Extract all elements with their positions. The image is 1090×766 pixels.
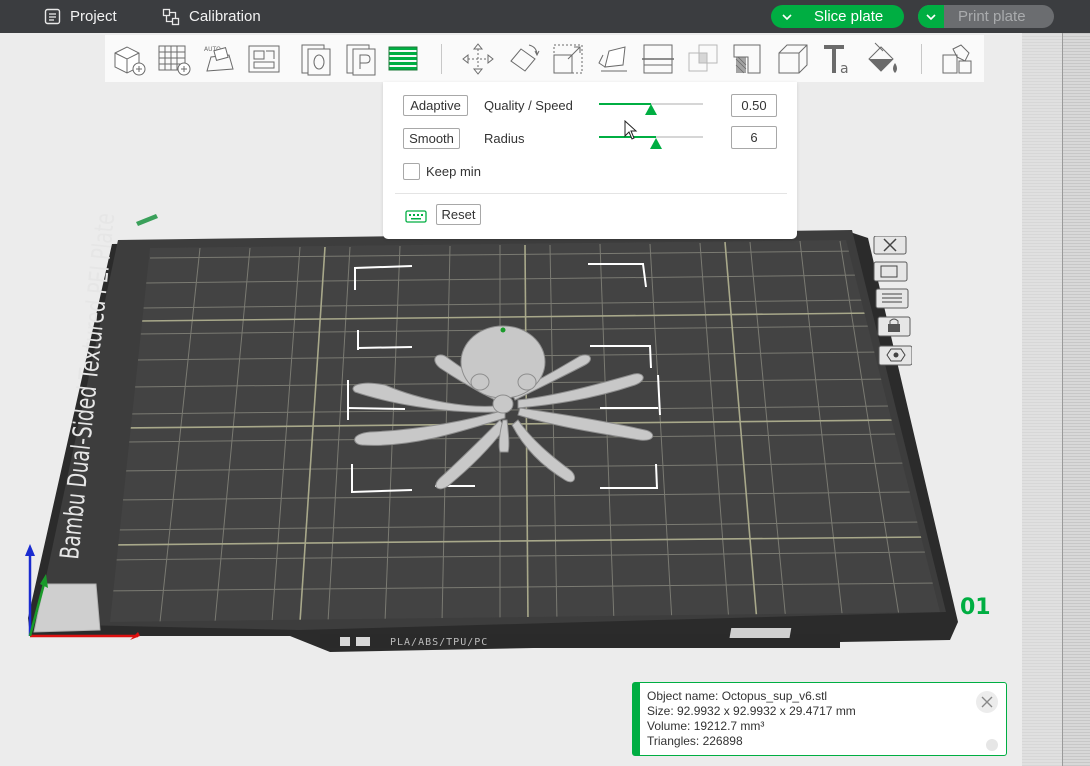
auto-orient-plate-icon[interactable] xyxy=(873,261,908,282)
adaptive-button[interactable]: Adaptive xyxy=(403,95,468,116)
reset-button[interactable]: Reset xyxy=(436,204,481,225)
keep-min-checkbox[interactable] xyxy=(403,163,420,180)
support-painting-icon[interactable] xyxy=(729,40,767,78)
quality-value-input[interactable]: 0.50 xyxy=(731,94,777,117)
scale-icon[interactable] xyxy=(549,40,587,78)
plate-tools-panel xyxy=(873,236,912,366)
toolbar-divider xyxy=(441,44,442,74)
radius-value-input[interactable]: 6 xyxy=(731,126,777,149)
plate-settings-icon[interactable] xyxy=(878,345,912,366)
arrange-icon[interactable] xyxy=(245,40,283,78)
plate-number[interactable]: 01 xyxy=(960,595,991,620)
object-info-panel: Object name: Octopus_sup_v6.stl Size: 92… xyxy=(632,682,1007,756)
rotate-icon[interactable] xyxy=(504,40,542,78)
object-size-text: Size: 92.9932 x 92.9932 x 29.4717 mm xyxy=(647,704,856,718)
svg-text:a: a xyxy=(840,61,849,77)
smooth-button[interactable]: Smooth xyxy=(403,128,460,149)
text-icon[interactable]: a xyxy=(819,40,857,78)
lay-on-face-icon[interactable] xyxy=(594,40,632,78)
add-object-icon[interactable] xyxy=(110,40,148,78)
variable-layer-height-popup: Adaptive Quality / Speed 0.50 Smooth Rad… xyxy=(383,82,797,239)
assembly-icon[interactable] xyxy=(938,40,976,78)
arrange-plate-icon[interactable] xyxy=(875,288,909,309)
info-close-icon[interactable] xyxy=(976,691,998,713)
move-icon[interactable] xyxy=(459,40,497,78)
radius-slider-thumb[interactable] xyxy=(650,138,663,149)
color-painting-icon[interactable] xyxy=(864,40,902,78)
keep-min-label: Keep min xyxy=(426,164,481,179)
split-objects-icon[interactable] xyxy=(297,40,335,78)
info-accent-bar xyxy=(633,683,640,755)
quality-slider-fill xyxy=(599,103,651,105)
popup-divider xyxy=(395,193,787,194)
close-plate-icon[interactable] xyxy=(873,236,907,255)
split-parts-icon[interactable] xyxy=(342,40,380,78)
keyboard-shortcuts-icon[interactable] xyxy=(405,209,427,223)
auto-orient-icon[interactable]: AUTO xyxy=(200,40,238,78)
radius-label: Radius xyxy=(484,131,525,146)
plate-bottom-text: PLA/ABS/TPU/PC xyxy=(390,637,488,648)
add-plate-icon[interactable] xyxy=(155,40,193,78)
info-more-icon[interactable] xyxy=(986,739,998,751)
variable-layer-height-icon[interactable] xyxy=(384,40,422,78)
sidebar-edge xyxy=(1022,33,1090,766)
cut-icon[interactable] xyxy=(639,40,677,78)
quality-speed-label: Quality / Speed xyxy=(484,98,573,113)
toolbar-divider-2 xyxy=(921,44,922,74)
mesh-boolean-icon[interactable] xyxy=(684,40,722,78)
mouse-cursor-icon xyxy=(624,120,638,140)
object-name-text: Object name: Octopus_sup_v6.stl xyxy=(647,689,828,703)
object-triangles-text: Triangles: 226898 xyxy=(647,734,743,748)
lock-plate-icon[interactable] xyxy=(877,316,911,337)
seam-painting-icon[interactable] xyxy=(774,40,812,78)
object-volume-text: Volume: 19212.7 mm³ xyxy=(647,719,765,733)
quality-slider-thumb[interactable] xyxy=(645,104,657,115)
